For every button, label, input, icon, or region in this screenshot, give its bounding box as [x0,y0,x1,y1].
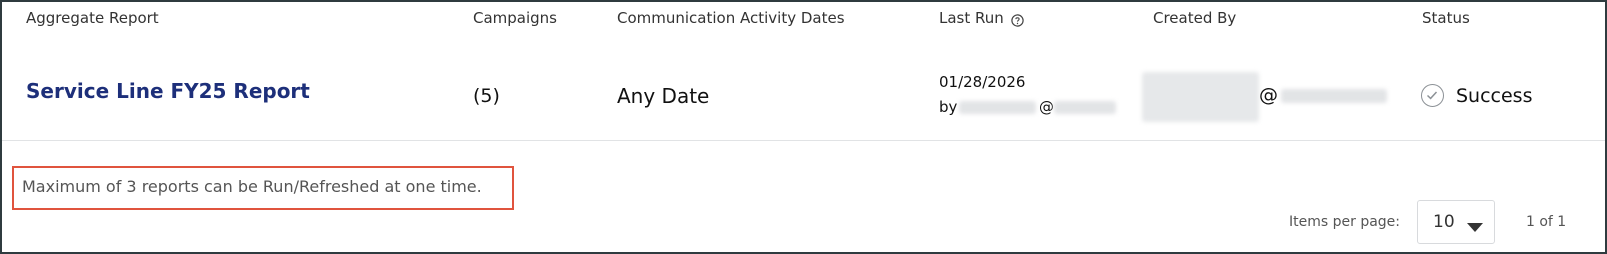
redacted-domain [1054,101,1116,114]
created-by-at: @ [1259,84,1278,106]
items-per-page-value: 10 [1433,212,1455,232]
help-circle-icon[interactable] [1011,12,1024,27]
report-name-link[interactable]: Service Line FY25 Report [26,79,310,103]
last-run-by-at: @ [1039,98,1054,116]
run-limit-notice: Maximum of 3 reports can be Run/Refreshe… [12,166,514,210]
last-run-by-prefix: by [939,98,958,116]
check-circle-icon [1421,84,1444,107]
redacted-creator-domain [1281,89,1387,103]
pagination-range: 1 of 1 [1526,214,1567,230]
redacted-username [959,101,1036,114]
status-label: Success [1456,85,1533,107]
header-aggregate-report[interactable]: Aggregate Report [26,9,159,27]
header-created-by[interactable]: Created By [1153,9,1236,27]
campaigns-count[interactable]: (5) [473,85,500,107]
header-last-run[interactable]: Last Run [939,9,1004,27]
header-campaigns[interactable]: Campaigns [473,9,557,27]
items-per-page-select[interactable]: 10 [1417,200,1495,244]
redacted-creator-name [1142,72,1259,122]
row-divider [2,140,1605,141]
items-per-page-label: Items per page: [1289,214,1401,230]
caret-down-icon [1466,218,1484,237]
last-run-date: 01/28/2026 [939,73,1026,91]
activity-dates-value: Any Date [617,84,710,108]
header-communication-activity-dates[interactable]: Communication Activity Dates [617,9,845,27]
header-status[interactable]: Status [1422,9,1470,27]
notice-text: Maximum of 3 reports can be Run/Refreshe… [22,177,482,196]
